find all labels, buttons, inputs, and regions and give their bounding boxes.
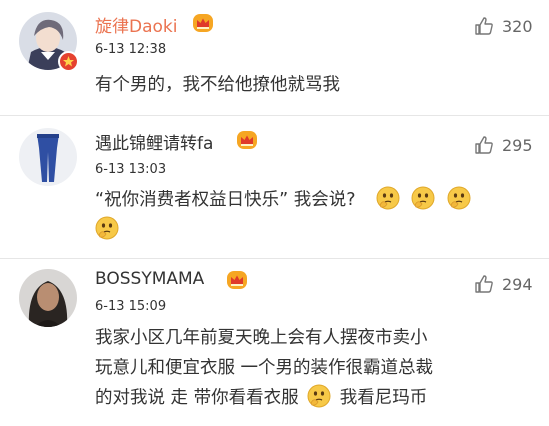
comment-line: 我家小区几年前夏天晚上会有人摆夜市卖小 bbox=[95, 328, 428, 348]
comment-line: 我看尼玛币 bbox=[339, 388, 428, 408]
like-count: 294 bbox=[502, 274, 533, 294]
like-button[interactable]: 320 bbox=[474, 16, 533, 36]
comment-line: “祝你消费者权益日快乐” 我会说? bbox=[95, 190, 356, 210]
thinking-face-emoji bbox=[376, 186, 400, 210]
comment-line: 有个男的，我不给他撩他就骂我 bbox=[95, 75, 340, 95]
comment-text: 我家小区几年前夏天晚上会有人摆夜市卖小 玩意儿和便宜衣服 一个男的装作很霸道总裁… bbox=[95, 323, 433, 413]
crown-icon bbox=[237, 131, 257, 149]
avatar[interactable] bbox=[19, 269, 77, 327]
username[interactable]: BOSSYMAMA bbox=[95, 269, 204, 289]
comment-timestamp: 6-13 12:38 bbox=[95, 42, 167, 57]
crown-icon bbox=[193, 14, 213, 32]
username[interactable]: 旋律Daoki bbox=[95, 12, 177, 37]
thinking-face-emoji bbox=[307, 384, 331, 408]
comment-text: “祝你消费者权益日快乐” 我会说? bbox=[95, 185, 535, 245]
thinking-face-emoji bbox=[447, 186, 471, 210]
comment-timestamp: 6-13 13:03 bbox=[95, 162, 167, 177]
comment-item: 旋律Daoki 6-13 12:38 320 有个男的，我不给他撩他就骂我 bbox=[0, 0, 549, 115]
username[interactable]: 遇此锦鲤请转fa bbox=[95, 129, 213, 154]
comment-line: 的对我说 走 带你看看衣服 bbox=[95, 388, 299, 408]
like-count: 320 bbox=[502, 16, 533, 36]
like-count: 295 bbox=[502, 135, 533, 155]
verified-star-icon bbox=[58, 51, 79, 72]
comment-text: 有个男的，我不给他撩他就骂我 bbox=[95, 70, 340, 100]
thumbs-up-icon bbox=[475, 275, 493, 293]
avatar[interactable] bbox=[19, 128, 77, 186]
like-button[interactable]: 294 bbox=[474, 274, 533, 294]
thumbs-up-icon bbox=[475, 17, 493, 35]
crown-icon bbox=[227, 271, 247, 289]
thumbs-up-icon bbox=[475, 136, 493, 154]
comment-line: 玩意儿和便宜衣服 一个男的装作很霸道总裁 bbox=[95, 358, 434, 378]
comment-item: BOSSYMAMA 6-13 15:09 294 我家小区几年前夏天晚上会有人摆… bbox=[0, 259, 549, 426]
thinking-face-emoji bbox=[411, 186, 435, 210]
like-button[interactable]: 295 bbox=[474, 135, 533, 155]
comment-line-with-emoji: 的对我说 走 带你看看衣服 我看尼玛币 bbox=[95, 383, 433, 413]
comment-item: 遇此锦鲤请转fa 6-13 13:03 295 “祝你消费者权益日快乐” 我会说… bbox=[0, 116, 549, 258]
comment-timestamp: 6-13 15:09 bbox=[95, 299, 167, 314]
thinking-face-emoji bbox=[95, 216, 119, 240]
